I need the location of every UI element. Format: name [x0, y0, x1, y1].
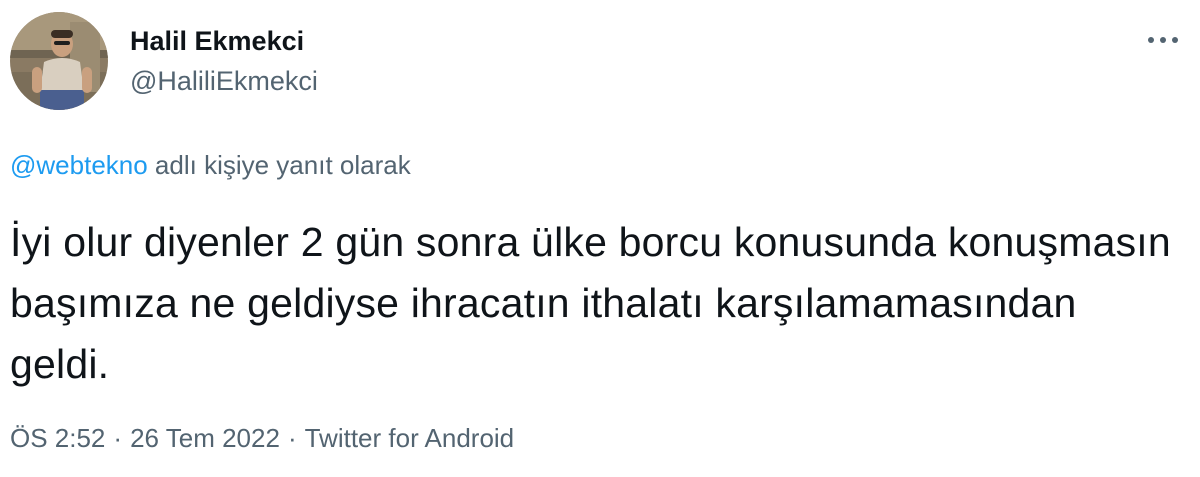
avatar-photo	[10, 12, 108, 110]
reply-context-text: adlı kişiye yanıt olarak	[147, 150, 411, 180]
author-handle[interactable]: @HaliliEkmekci	[130, 66, 318, 97]
tweet-source[interactable]: Twitter for Android	[305, 423, 515, 453]
meta-separator: ·	[113, 423, 123, 453]
more-horizontal-icon	[1148, 37, 1178, 43]
tweet-card: Halil Ekmekci @HaliliEkmekci @webtekno a…	[0, 0, 1200, 477]
reply-context: @webtekno adlı kişiye yanıt olarak	[10, 150, 411, 181]
tweet-text: İyi olur diyenler 2 gün sonra ülke borcu…	[10, 219, 1171, 387]
meta-separator: ·	[287, 423, 297, 453]
reply-mention-link[interactable]: @webtekno	[10, 150, 148, 180]
tweet-meta: ÖS 2:52 · 26 Tem 2022 · Twitter for Android	[10, 423, 514, 454]
tweet-time[interactable]: ÖS 2:52	[10, 423, 105, 453]
tweet-date[interactable]: 26 Tem 2022	[130, 423, 280, 453]
avatar[interactable]	[10, 12, 108, 110]
more-options-button[interactable]	[1138, 22, 1188, 58]
author-display-name[interactable]: Halil Ekmekci	[130, 26, 304, 57]
